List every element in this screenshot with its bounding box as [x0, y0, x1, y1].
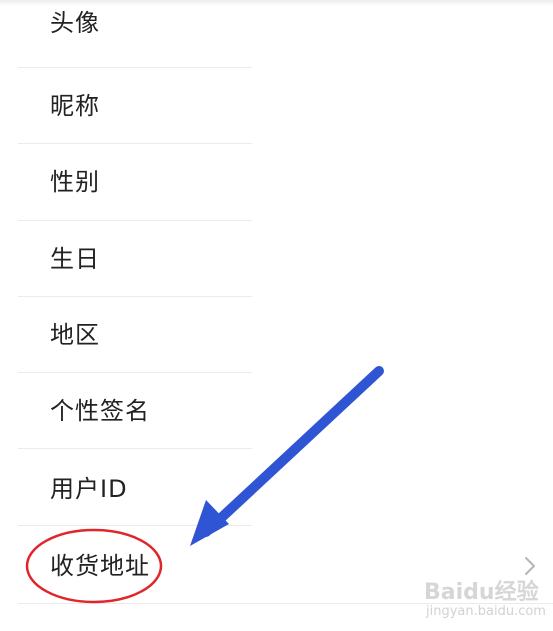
- menu-item-gender[interactable]: 性别: [0, 144, 553, 220]
- menu-item-label: 头像: [50, 9, 100, 37]
- watermark-logo: Baidu经验: [424, 580, 539, 605]
- profile-menu-list: 头像 昵称 性别 生日 地区 个性签名 用户ID 收货地址: [0, 0, 553, 631]
- menu-item-label: 性别: [50, 168, 100, 196]
- menu-item-birthday[interactable]: 生日: [0, 221, 553, 297]
- watermark: Baidu经验 jingyan.baidu.com: [424, 574, 550, 626]
- menu-item-signature[interactable]: 个性签名: [0, 373, 553, 449]
- menu-item-nickname[interactable]: 昵称: [0, 68, 553, 144]
- menu-item-avatar[interactable]: 头像: [0, 0, 553, 76]
- menu-item-label: 生日: [50, 245, 100, 273]
- menu-item-user-id[interactable]: 用户ID: [0, 449, 553, 525]
- watermark-url: jingyan.baidu.com: [426, 604, 546, 619]
- menu-item-region[interactable]: 地区: [0, 297, 553, 373]
- menu-item-label: 昵称: [50, 92, 100, 120]
- menu-item-label: 用户ID: [50, 475, 128, 503]
- menu-item-label: 地区: [50, 321, 100, 349]
- menu-item-label: 个性签名: [50, 397, 150, 425]
- menu-item-label: 收货地址: [50, 552, 150, 580]
